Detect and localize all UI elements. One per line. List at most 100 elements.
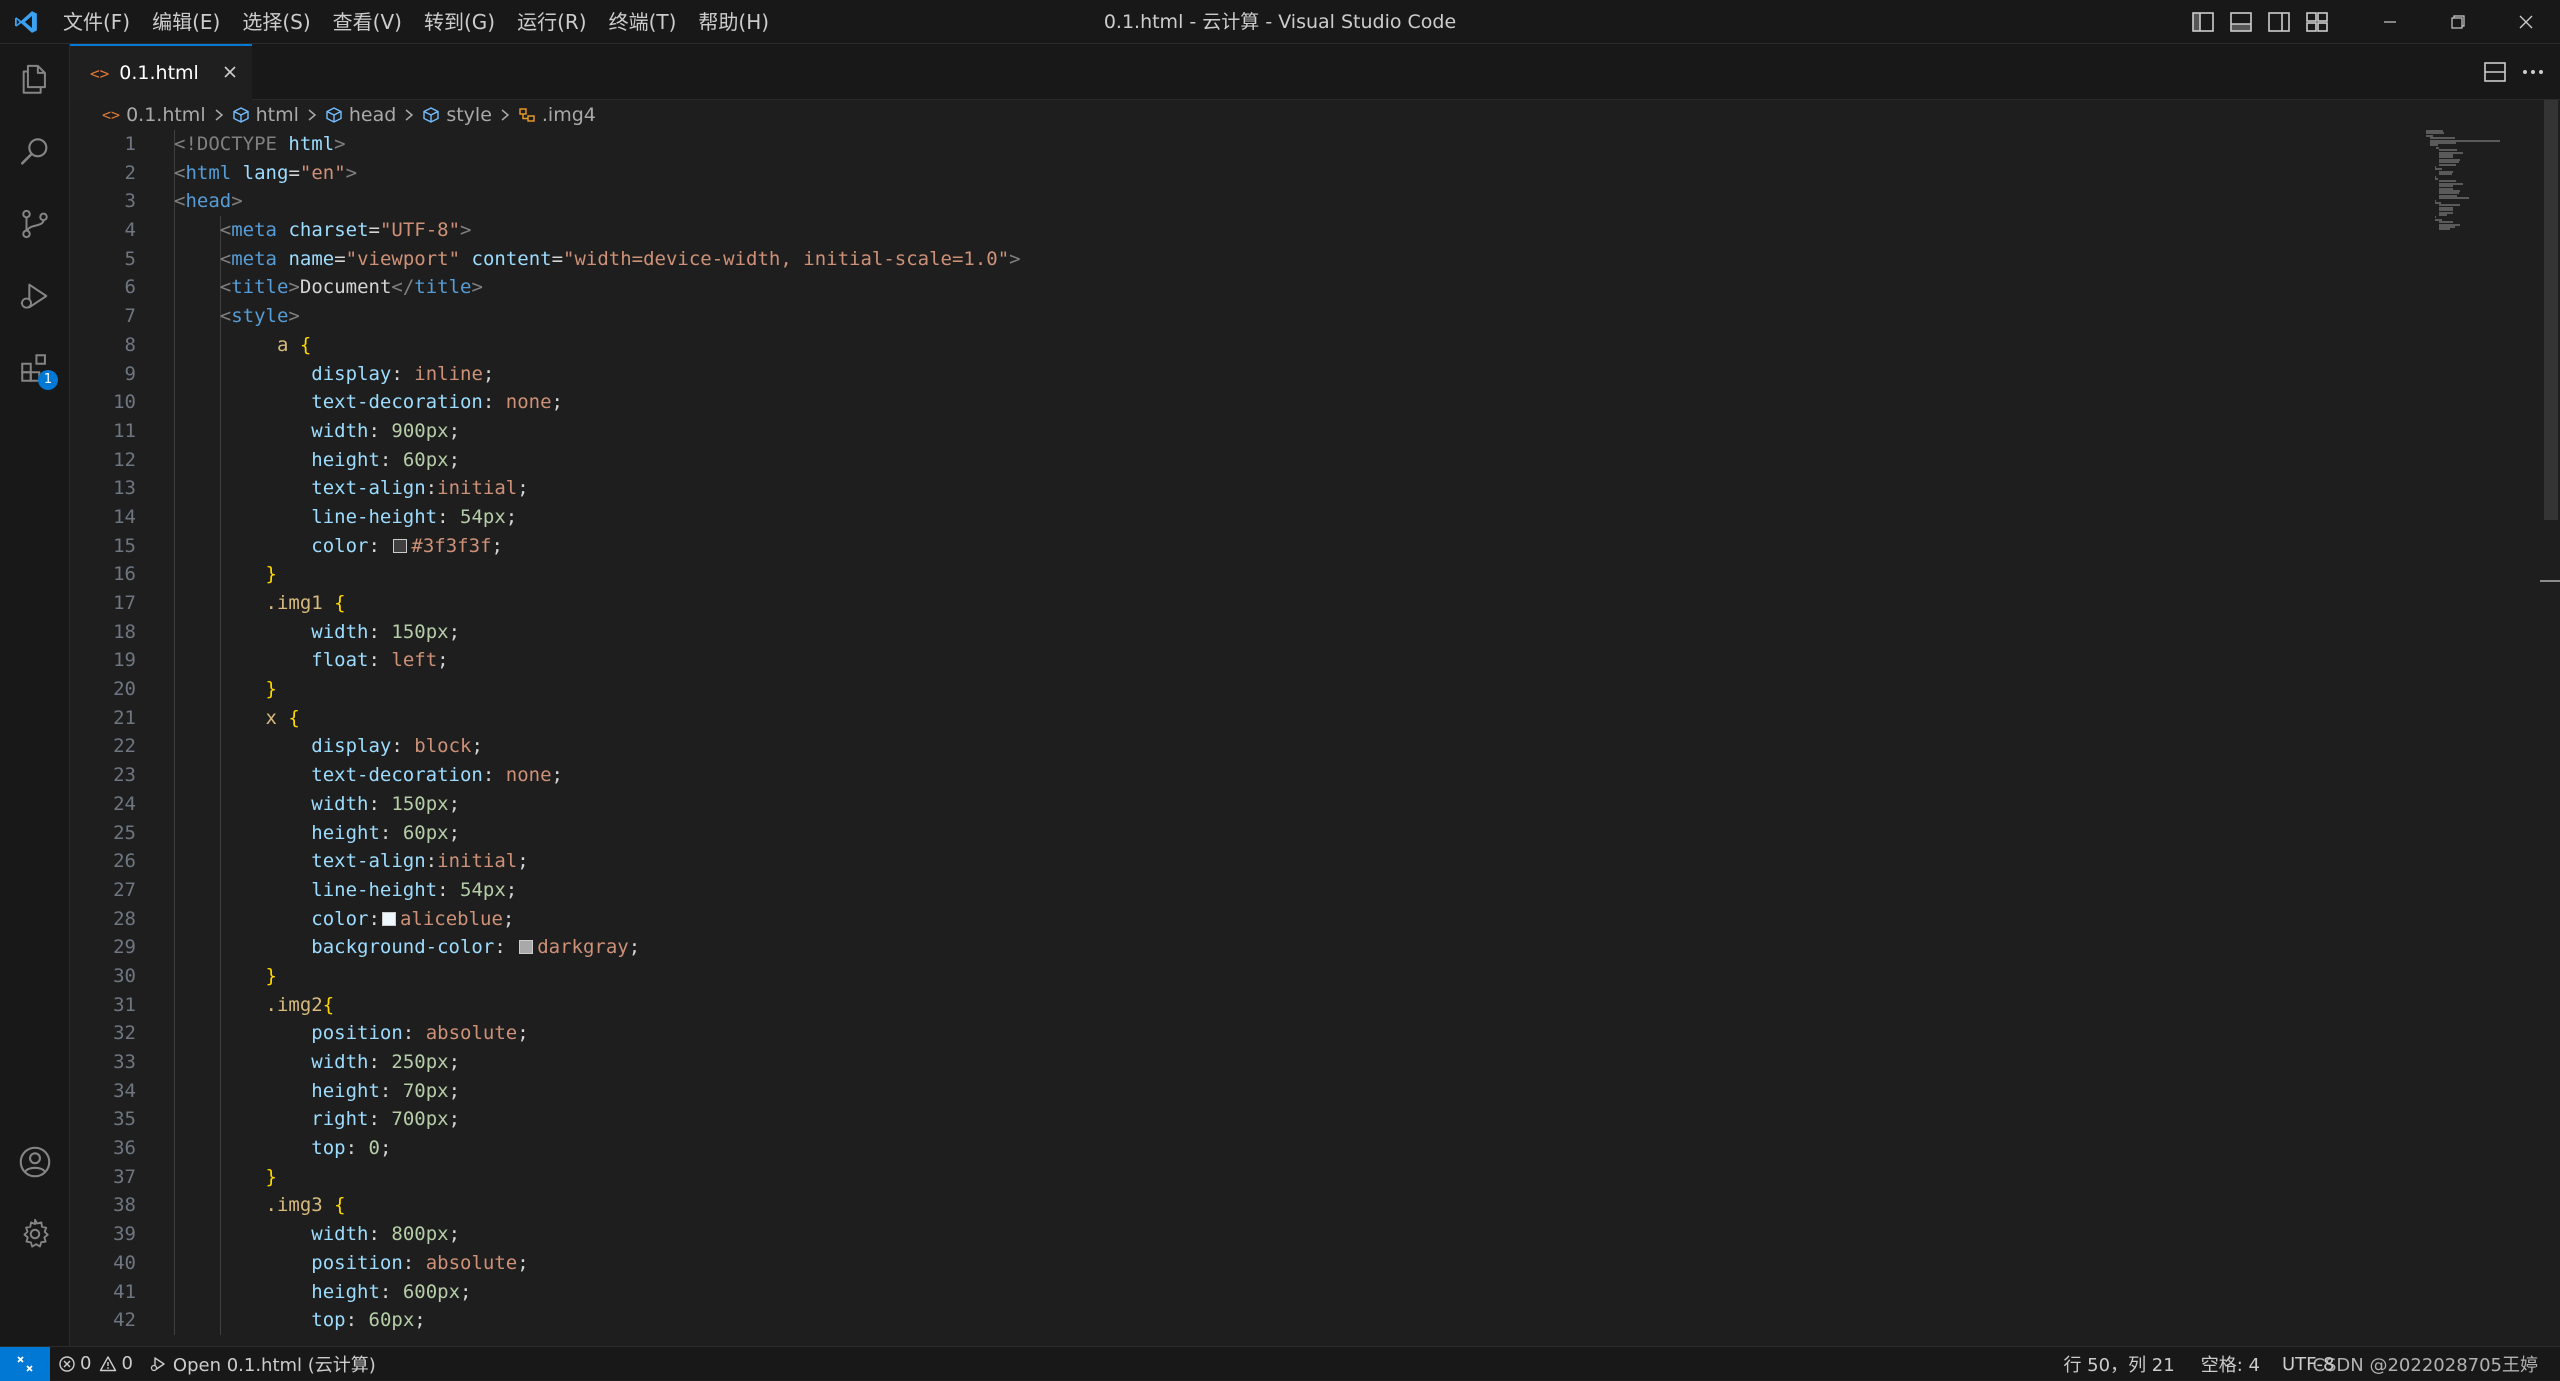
menu-item-5[interactable]: 运行(R) bbox=[506, 0, 598, 44]
code-line: <!DOCTYPE html> bbox=[174, 133, 346, 155]
line-number: 14 bbox=[113, 505, 136, 528]
line-number: 19 bbox=[113, 649, 136, 672]
customize-layout-icon[interactable] bbox=[2298, 0, 2336, 44]
code-line: <head> bbox=[174, 190, 243, 213]
line-number: 28 bbox=[113, 907, 136, 930]
line-number: 38 bbox=[113, 1194, 136, 1217]
color-swatch-icon[interactable] bbox=[519, 940, 534, 955]
error-icon bbox=[58, 1355, 76, 1373]
line-number: 7 bbox=[124, 305, 136, 328]
extensions-badge: 1 bbox=[38, 370, 58, 390]
close-icon[interactable] bbox=[218, 60, 242, 84]
line-number: 17 bbox=[113, 592, 136, 614]
color-swatch-icon[interactable] bbox=[381, 911, 396, 926]
line-number: 39 bbox=[113, 1223, 136, 1246]
breadcrumb: <> 0.1.html html head style .img4 bbox=[70, 100, 2560, 130]
close-window-icon[interactable] bbox=[2492, 0, 2560, 44]
line-number: 1 bbox=[124, 133, 136, 155]
code-line: <meta charset="UTF-8"> bbox=[219, 219, 472, 242]
more-actions-icon[interactable] bbox=[2514, 44, 2552, 100]
toggle-primary-sidebar-icon[interactable] bbox=[2184, 0, 2222, 44]
minimap-line bbox=[2439, 163, 2456, 166]
line-number: 27 bbox=[113, 878, 136, 901]
line-number: 2 bbox=[124, 161, 136, 184]
toggle-secondary-sidebar-icon[interactable] bbox=[2260, 0, 2298, 44]
vertical-scrollbar[interactable] bbox=[2540, 100, 2560, 1346]
tab-0-1-html[interactable]: <> 0.1.html bbox=[70, 44, 252, 100]
line-number: 41 bbox=[113, 1280, 136, 1303]
minimap-line bbox=[2439, 197, 2469, 200]
line-number: 23 bbox=[113, 764, 136, 787]
minimap-line bbox=[2439, 228, 2451, 231]
vscode-logo-icon bbox=[0, 0, 52, 44]
menu-item-0[interactable]: 文件(F) bbox=[52, 0, 141, 44]
line-number: 40 bbox=[113, 1251, 136, 1274]
code-line: right: 700px; bbox=[311, 1108, 461, 1131]
menu-item-4[interactable]: 转到(G) bbox=[413, 0, 506, 44]
menu-item-6[interactable]: 终端(T) bbox=[598, 0, 688, 44]
cursor-position[interactable]: 行 50，列 21 bbox=[2055, 1347, 2192, 1381]
line-number: 15 bbox=[113, 534, 136, 557]
minimize-icon[interactable] bbox=[2356, 0, 2424, 44]
element-cube-icon bbox=[325, 106, 343, 124]
gear-icon[interactable] bbox=[0, 1198, 70, 1270]
editor-tabs: <> 0.1.html bbox=[70, 44, 2560, 100]
status-right: 行 50，列 21 空格: 4 UTF-8 CSDN @2022028705王婷 bbox=[2055, 1347, 2546, 1381]
breadcrumb-style[interactable]: style bbox=[422, 104, 492, 126]
menu-item-3[interactable]: 查看(V) bbox=[322, 0, 413, 44]
code-line: color: aliceblue; bbox=[311, 907, 515, 930]
menu-item-1[interactable]: 编辑(E) bbox=[141, 0, 231, 44]
problems-status[interactable]: 0 0 bbox=[50, 1347, 141, 1381]
line-number: 29 bbox=[113, 936, 136, 959]
code-line: text-align:initial; bbox=[311, 477, 529, 500]
code-line: height: 70px; bbox=[311, 1079, 461, 1102]
code-line: display: inline; bbox=[311, 362, 495, 385]
menu-item-2[interactable]: 选择(S) bbox=[231, 0, 321, 44]
menu-item-7[interactable]: 帮助(H) bbox=[687, 0, 780, 44]
remote-indicator-icon[interactable] bbox=[0, 1346, 50, 1381]
source-control-icon[interactable] bbox=[0, 188, 70, 260]
indentation[interactable]: 空格: 4 bbox=[2193, 1347, 2274, 1381]
title-bar: 文件(F) 编辑(E) 选择(S) 查看(V) 转到(G) 运行(R) 终端(T) 帮助(H)… bbox=[0, 0, 2560, 44]
minimap[interactable] bbox=[2426, 130, 2546, 330]
line-number: 6 bbox=[124, 276, 136, 299]
line-number: 30 bbox=[113, 964, 136, 987]
restore-icon[interactable] bbox=[2424, 0, 2492, 44]
explorer-files-icon[interactable] bbox=[0, 44, 70, 116]
scrollbar-thumb[interactable] bbox=[2544, 100, 2558, 520]
extensions-icon[interactable]: 1 bbox=[0, 332, 70, 404]
code-line: color: #3f3f3f; bbox=[311, 534, 503, 557]
breadcrumb-img4[interactable]: .img4 bbox=[518, 104, 596, 126]
run-and-debug-icon[interactable] bbox=[0, 260, 70, 332]
html-file-icon: <> bbox=[90, 63, 110, 83]
line-number: 24 bbox=[113, 792, 136, 815]
color-swatch-icon[interactable] bbox=[393, 538, 408, 553]
code-line: line-height: 54px; bbox=[311, 505, 518, 528]
line-number: 18 bbox=[113, 620, 136, 643]
line-number: 21 bbox=[113, 706, 136, 729]
search-icon[interactable] bbox=[0, 116, 70, 188]
chevron-right-icon bbox=[307, 108, 317, 122]
code-line: top: 60px; bbox=[311, 1309, 426, 1332]
code-line: .img2{ bbox=[265, 993, 335, 1016]
minimap-line bbox=[2434, 178, 2439, 180]
line-number: 9 bbox=[124, 362, 136, 385]
code-line: .img3 { bbox=[265, 1194, 346, 1217]
open-in-browser-status[interactable]: Open 0.1.html (云计算) bbox=[141, 1347, 384, 1381]
code-line: } bbox=[265, 964, 277, 987]
code-line: <style> bbox=[219, 305, 300, 328]
toggle-panel-icon[interactable] bbox=[2222, 0, 2260, 44]
breadcrumb-html[interactable]: html bbox=[232, 104, 299, 126]
breadcrumb-file[interactable]: <> 0.1.html bbox=[102, 104, 206, 126]
code-line: width: 800px; bbox=[311, 1223, 461, 1246]
account-icon[interactable] bbox=[0, 1126, 70, 1198]
line-number: 34 bbox=[113, 1079, 136, 1102]
line-number: 25 bbox=[113, 821, 136, 844]
status-bar: 0 0 Open 0.1.html (云计算) 行 50，列 21 空格: 4 … bbox=[0, 1346, 2560, 1381]
code-editor[interactable]: 1 2 3 4 5 6 7 8 9 10 11 12 13 14 15 16 17 18 19 20 21 22 23 24 2… bbox=[70, 130, 2560, 1346]
scrollbar-cursor-marker bbox=[2540, 580, 2560, 582]
breadcrumb-head[interactable]: head bbox=[325, 104, 396, 126]
line-number: 16 bbox=[113, 563, 136, 586]
code-line: text-align:initial; bbox=[311, 850, 529, 873]
split-editor-icon[interactable] bbox=[2476, 44, 2514, 100]
